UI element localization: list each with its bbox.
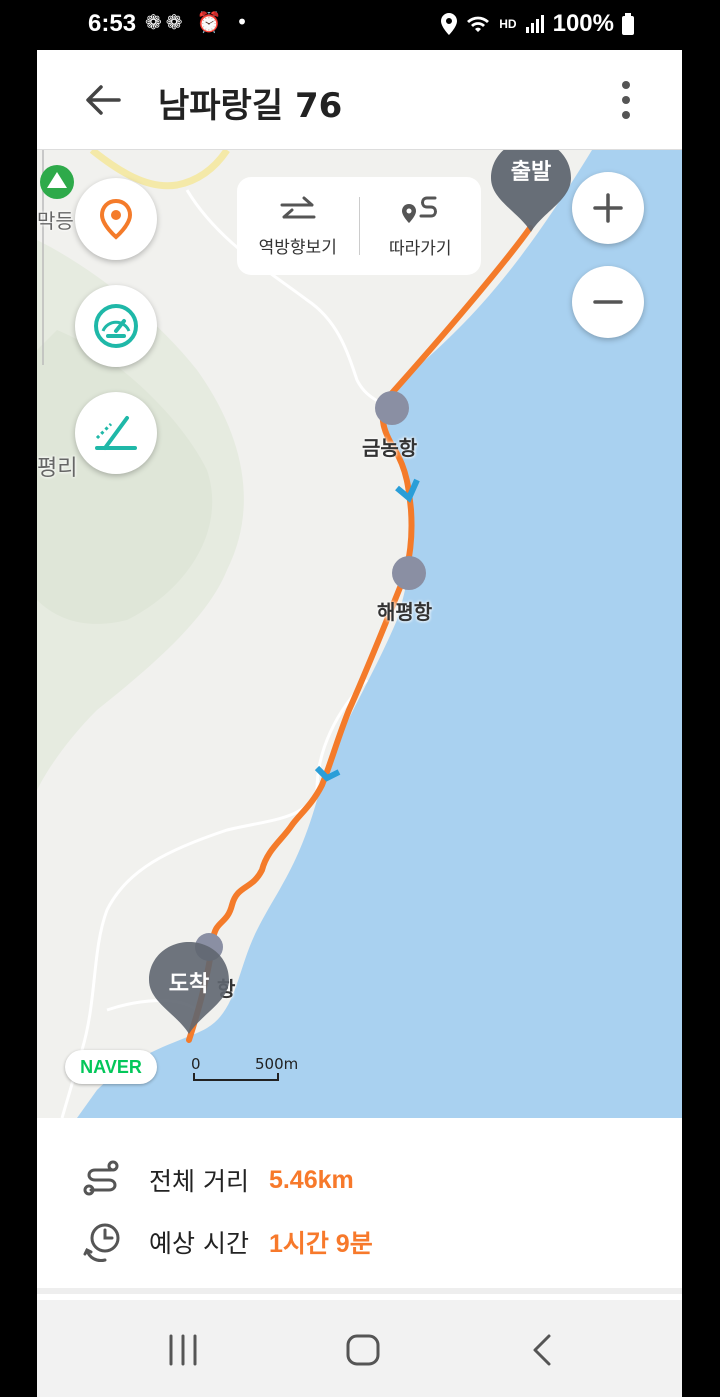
end-pin[interactable]: 도착	[149, 942, 229, 1038]
wifi-icon	[467, 16, 490, 32]
reverse-direction-label: 역방향보기	[258, 237, 337, 258]
signal-icon	[525, 15, 544, 33]
time-value: 1시간 9분	[268, 1230, 373, 1258]
back-button[interactable]	[81, 78, 125, 122]
more-dot-icon	[622, 81, 630, 89]
page-title: 남파랑길 76	[158, 86, 343, 126]
status-time: 6:53	[88, 10, 137, 37]
start-pin[interactable]: 출발	[491, 150, 571, 236]
time-row: 예상 시간 1시간 9분	[81, 1220, 373, 1264]
route-distance-icon	[83, 1160, 119, 1196]
port-marker	[392, 556, 426, 590]
battery-icon	[622, 13, 634, 35]
my-location-button[interactable]	[75, 178, 157, 260]
hd-voice-badge: HD	[499, 17, 517, 31]
speedometer-icon	[94, 304, 138, 348]
distance-label: 전체 거리	[149, 1167, 249, 1196]
port-marker	[375, 391, 409, 425]
app-bar: 남파랑길 76	[37, 50, 682, 150]
speedometer-button[interactable]	[75, 285, 157, 367]
end-pin-label: 도착	[168, 972, 210, 997]
status-right: HD 100%	[441, 10, 634, 38]
start-pin-label: 출발	[510, 160, 552, 185]
app-screen: 남파랑길 76 막등 평리 금농항 해평항 역방향보기 따라가기 출발 도착 N…	[37, 50, 682, 1397]
route-map[interactable]: 막등 평리 금농항 해평항 항 역방향보기 따라가기	[37, 150, 682, 1118]
location-icon	[441, 13, 458, 35]
battery-percent: 100%	[552, 10, 614, 37]
more-options-button[interactable]	[614, 78, 638, 122]
plus-icon	[593, 193, 623, 223]
zoom-out-button[interactable]	[572, 266, 644, 338]
distance-row: 전체 거리 5.46km	[81, 1158, 354, 1202]
more-dot-icon	[622, 96, 630, 104]
distance-value: 5.46km	[268, 1165, 354, 1194]
recent-apps-icon	[169, 1334, 197, 1366]
home-icon	[346, 1334, 380, 1366]
back-chevron-icon	[533, 1334, 551, 1366]
time-label: 예상 시간	[149, 1229, 249, 1258]
elevation-button[interactable]	[75, 392, 157, 474]
back-arrow-icon	[86, 85, 121, 115]
route-tools: 역방향보기 따라가기	[237, 177, 481, 275]
home-button[interactable]	[341, 1328, 385, 1372]
follow-route-button[interactable]: 따라가기	[360, 177, 482, 275]
status-bar: 6:53 ❁❁ ⏰ • HD 100%	[0, 0, 720, 50]
recent-apps-button[interactable]	[161, 1328, 205, 1372]
scale-distance: 500m	[255, 1055, 299, 1073]
scale-bar	[193, 1073, 279, 1081]
map-label-port: 해평항	[377, 600, 433, 624]
system-back-button[interactable]	[521, 1328, 565, 1372]
estimated-time-icon	[83, 1223, 120, 1262]
swap-arrows-icon	[280, 196, 316, 218]
elevation-icon	[95, 416, 137, 450]
map-label-area: 막등	[37, 209, 74, 233]
system-nav-bar	[37, 1300, 682, 1397]
scale-zero: 0	[191, 1055, 201, 1073]
location-pin-icon	[99, 198, 133, 240]
zoom-in-button[interactable]	[572, 172, 644, 244]
map-scale: 0 500m	[191, 1055, 298, 1085]
follow-route-icon	[402, 196, 438, 223]
minus-icon	[593, 300, 623, 304]
map-label-port: 금농항	[362, 436, 418, 460]
naver-logo[interactable]: NAVER	[65, 1050, 157, 1084]
route-summary: 전체 거리 5.46km 예상 시간 1시간 9분	[37, 1118, 682, 1294]
more-dot-icon	[622, 111, 630, 119]
follow-route-label: 따라가기	[388, 238, 452, 259]
reverse-direction-button[interactable]: 역방향보기	[237, 177, 359, 275]
map-label-area: 평리	[37, 456, 78, 481]
notification-icons: ❁❁ ⏰ •	[145, 10, 252, 34]
